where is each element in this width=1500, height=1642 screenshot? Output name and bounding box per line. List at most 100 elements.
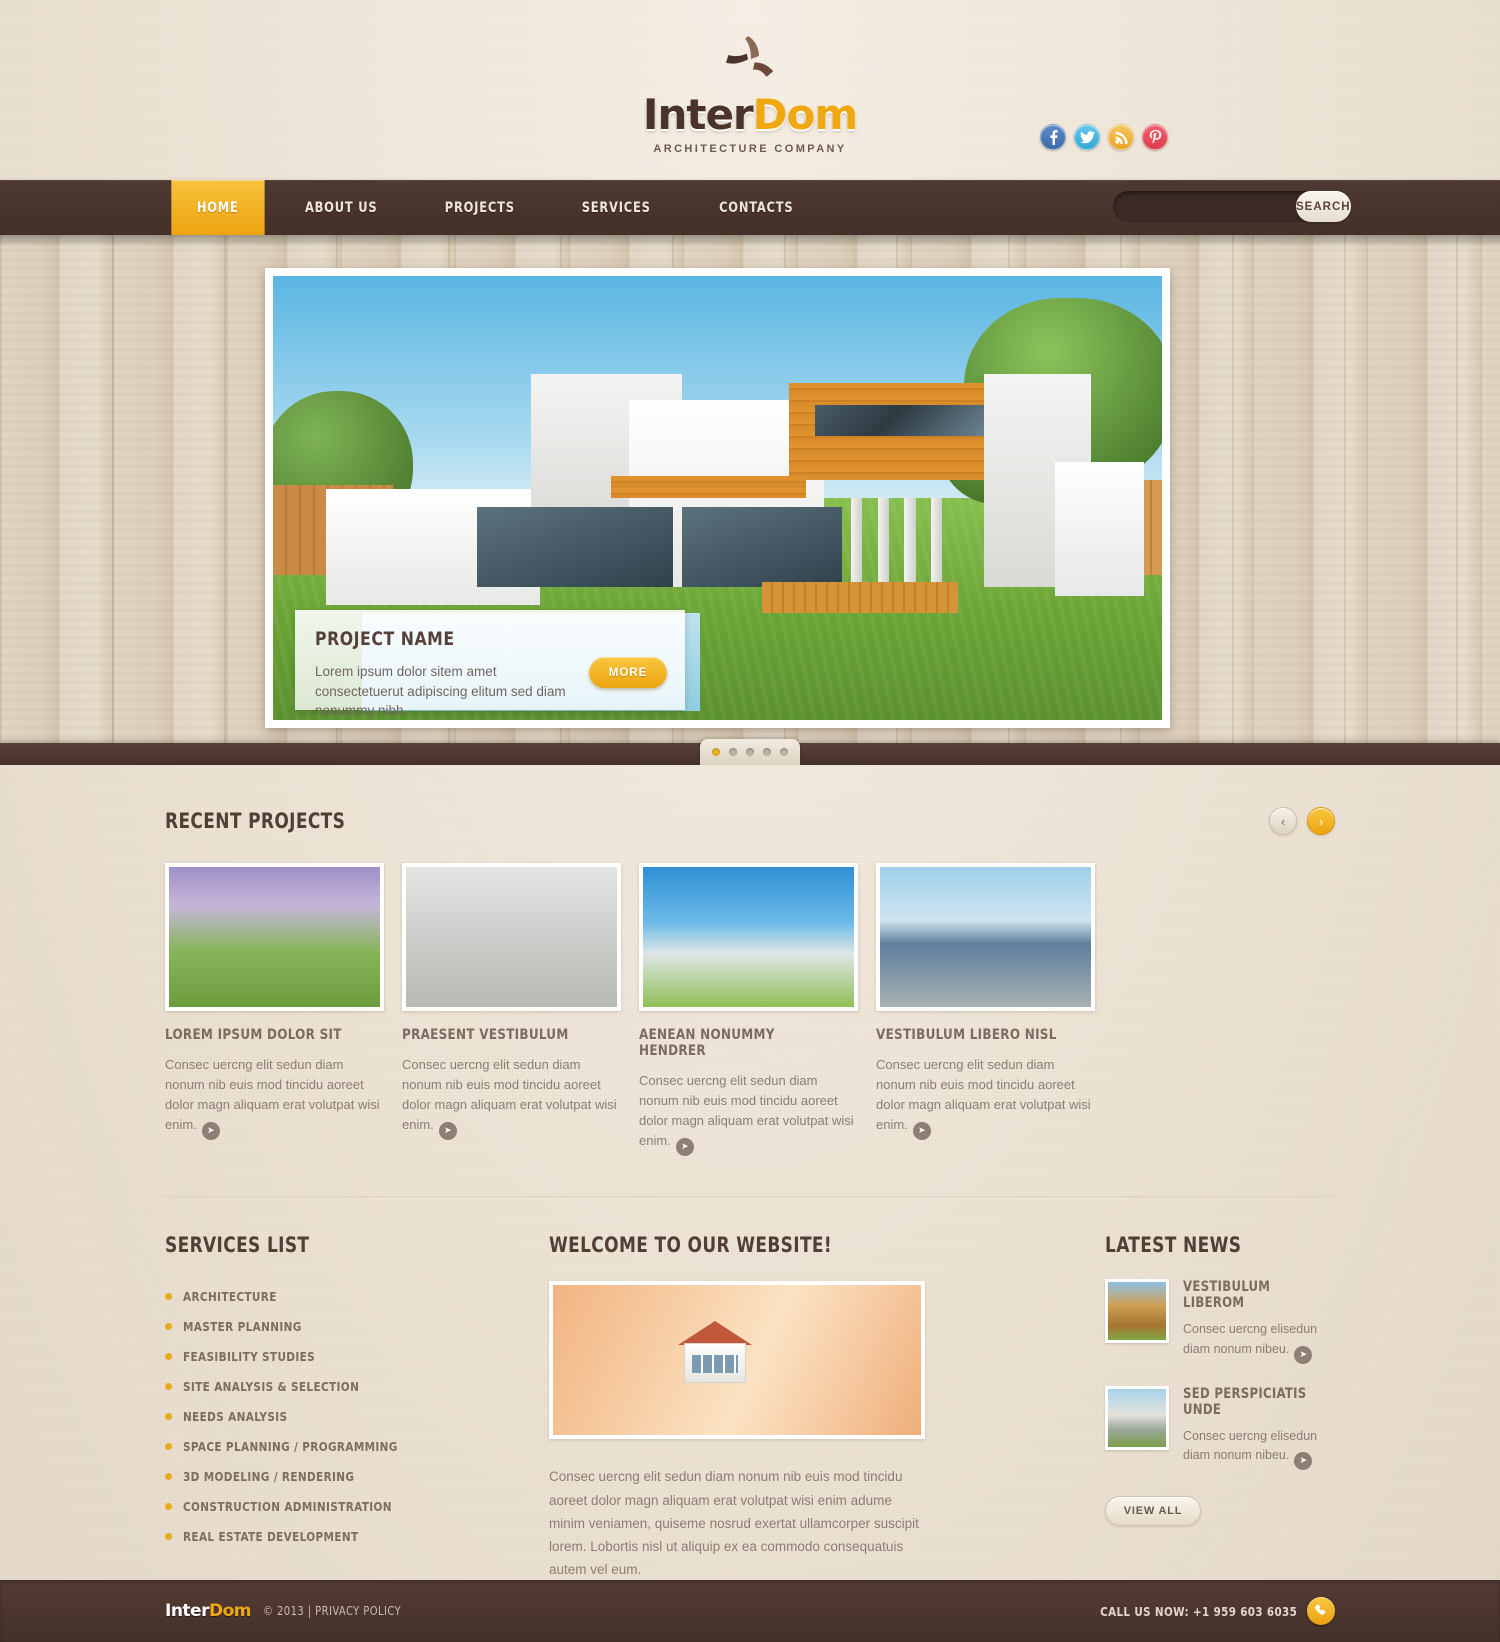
project-title[interactable]: VESTIBULUM LIBERO NISL xyxy=(876,1027,1077,1043)
news-item-title[interactable]: SED PERSPICIATIS UNDE xyxy=(1183,1386,1324,1418)
project-read-more-icon[interactable]: ➤ xyxy=(675,1138,694,1157)
project-text: Consec uercng elit sedun diam nonum nib … xyxy=(165,1055,384,1141)
service-item-site-analysis[interactable]: SITE ANALYSIS & SELECTION xyxy=(165,1371,433,1401)
slider-dot-1[interactable] xyxy=(712,748,720,756)
logo-mark-icon xyxy=(715,34,785,90)
slider-dot-2[interactable] xyxy=(729,748,737,756)
service-item-feasibility-studies[interactable]: FEASIBILITY STUDIES xyxy=(165,1341,433,1371)
logo[interactable]: InterDom ARCHITECTURE COMPANY xyxy=(0,34,1500,155)
search-button[interactable]: SEARCH xyxy=(1296,191,1351,222)
nav-item-services[interactable]: SERVICES xyxy=(557,180,677,235)
carousel-next-button[interactable]: › xyxy=(1307,807,1335,835)
search-input[interactable] xyxy=(1113,191,1296,222)
slide-caption-text: Lorem ipsum dolor sitem amet consectetue… xyxy=(315,664,566,719)
service-item-master-planning[interactable]: MASTER PLANNING xyxy=(165,1311,433,1341)
recent-projects-title: RECENT PROJECTS xyxy=(165,809,346,833)
bullet-icon xyxy=(165,1322,172,1330)
footer-phone-text: CALL US NOW: +1 959 603 6035 xyxy=(1099,1603,1297,1619)
project-text: Consec uercng elit sedun diam nonum nib … xyxy=(639,1071,858,1157)
main-navigation: HOME ABOUT US PROJECTS SERVICES CONTACTS… xyxy=(0,180,1500,235)
bullet-icon xyxy=(165,1532,172,1540)
window-center-wall xyxy=(681,506,842,587)
nav-item-about-us[interactable]: ABOUT US xyxy=(279,180,403,235)
recent-projects-header: RECENT PROJECTS ‹ › xyxy=(165,807,1335,835)
service-item-space-planning[interactable]: SPACE PLANNING / PROGRAMMING xyxy=(165,1431,433,1461)
main-content: RECENT PROJECTS ‹ › LOREM IPSUM DOLOR SI… xyxy=(165,765,1335,1581)
footer-logo[interactable]: InterDom xyxy=(165,1601,251,1621)
facebook-icon[interactable] xyxy=(1040,124,1066,150)
site-header: InterDom ARCHITECTURE COMPANY xyxy=(0,0,1500,180)
nav-item-home[interactable]: HOME xyxy=(171,180,265,235)
phone-icon[interactable] xyxy=(1307,1597,1335,1625)
column-2 xyxy=(877,498,890,587)
service-item-3d-modeling[interactable]: 3D MODELING / RENDERING xyxy=(165,1461,433,1491)
project-card: LOREM IPSUM DOLOR SIT Consec uercng elit… xyxy=(165,863,384,1156)
news-list-item: SED PERSPICIATIS UNDE Consec uercng elis… xyxy=(1105,1385,1335,1471)
house-block-far-right xyxy=(1055,462,1145,596)
balcony-cladding xyxy=(610,475,807,498)
section-divider xyxy=(165,1196,1335,1198)
twitter-icon[interactable] xyxy=(1074,124,1100,150)
pinterest-icon[interactable] xyxy=(1142,124,1168,150)
news-thumbnail[interactable] xyxy=(1105,1385,1169,1450)
rss-icon[interactable] xyxy=(1108,124,1134,150)
bullet-icon xyxy=(165,1442,172,1450)
logo-title-part1: Inter xyxy=(642,90,754,139)
slider-dot-3[interactable] xyxy=(746,748,754,756)
nav-item-projects[interactable]: PROJECTS xyxy=(419,180,540,235)
project-title[interactable]: PRAESENT VESTIBULUM xyxy=(402,1027,603,1043)
service-item-real-estate-development[interactable]: REAL ESTATE DEVELOPMENT xyxy=(165,1521,433,1551)
bullet-icon xyxy=(165,1412,172,1420)
slide-caption: PROJECT NAME Lorem ipsum dolor sitem ame… xyxy=(295,610,685,718)
privacy-policy-link[interactable]: PRIVACY POLICY xyxy=(315,1604,401,1618)
news-read-more-icon[interactable]: ➤ xyxy=(1294,1345,1313,1364)
social-links xyxy=(1040,124,1168,150)
project-title[interactable]: AENEAN NONUMMY HENDRER xyxy=(639,1027,840,1059)
logo-title: InterDom xyxy=(0,94,1500,136)
services-title: SERVICES LIST xyxy=(165,1233,310,1258)
news-title: LATEST NEWS xyxy=(1105,1233,1242,1258)
service-item-architecture[interactable]: ARCHITECTURE xyxy=(165,1281,433,1311)
news-item-text: Consec uercng elisedun diam nonum nibeu.… xyxy=(1183,1320,1335,1364)
news-item-text: Consec uercng elisedun diam nonum nibeu.… xyxy=(1183,1427,1335,1471)
column-4 xyxy=(930,498,943,587)
welcome-image xyxy=(549,1281,925,1440)
news-column: LATEST NEWS VESTIBULUM LIBEROM Consec ue… xyxy=(1105,1233,1335,1581)
project-title[interactable]: LOREM IPSUM DOLOR SIT xyxy=(165,1027,366,1043)
column-3 xyxy=(904,498,916,587)
project-thumbnail[interactable] xyxy=(876,863,1095,1011)
carousel-prev-button[interactable]: ‹ xyxy=(1269,807,1297,835)
news-item-title[interactable]: VESTIBULUM LIBEROM xyxy=(1183,1279,1324,1311)
news-list-item: VESTIBULUM LIBEROM Consec uercng elisedu… xyxy=(1105,1279,1335,1364)
bullet-icon xyxy=(165,1502,172,1510)
news-thumbnail[interactable] xyxy=(1105,1279,1169,1344)
slider-dot-4[interactable] xyxy=(763,748,771,756)
project-read-more-icon[interactable]: ➤ xyxy=(201,1122,220,1141)
slider-dot-5[interactable] xyxy=(780,748,788,756)
service-item-construction-administration[interactable]: CONSTRUCTION ADMINISTRATION xyxy=(165,1491,433,1521)
slide-caption-title: PROJECT NAME xyxy=(315,628,455,650)
project-thumbnail[interactable] xyxy=(165,863,384,1011)
recent-projects-list: LOREM IPSUM DOLOR SIT Consec uercng elit… xyxy=(165,863,1335,1157)
carousel-controls: ‹ › xyxy=(1269,807,1335,835)
welcome-column: WELCOME TO OUR WEBSITE! Consec uercng el… xyxy=(549,1233,989,1581)
view-all-news-button[interactable]: VIEW ALL xyxy=(1105,1496,1201,1527)
project-thumbnail[interactable] xyxy=(402,863,621,1011)
project-text: Consec uercng elit sedun diam nonum nib … xyxy=(876,1055,1095,1141)
wood-shadow xyxy=(0,235,1500,247)
slide-more-button[interactable]: MORE xyxy=(589,657,667,688)
service-item-needs-analysis[interactable]: NEEDS ANALYSIS xyxy=(165,1401,433,1431)
project-thumbnail[interactable] xyxy=(639,863,858,1011)
nav-item-contacts[interactable]: CONTACTS xyxy=(693,180,818,235)
services-list: ARCHITECTURE MASTER PLANNING FEASIBILITY… xyxy=(165,1281,433,1551)
slide-image[interactable]: PROJECT NAME Lorem ipsum dolor sitem ame… xyxy=(273,276,1162,720)
bullet-icon xyxy=(165,1382,172,1390)
project-card: VESTIBULUM LIBERO NISL Consec uercng eli… xyxy=(876,863,1095,1156)
project-read-more-icon[interactable]: ➤ xyxy=(438,1122,457,1141)
welcome-title: WELCOME TO OUR WEBSITE! xyxy=(549,1233,833,1258)
news-read-more-icon[interactable]: ➤ xyxy=(1294,1452,1313,1471)
bullet-icon xyxy=(165,1292,172,1300)
project-read-more-icon[interactable]: ➤ xyxy=(912,1122,931,1141)
slider-frame: PROJECT NAME Lorem ipsum dolor sitem ame… xyxy=(265,268,1170,728)
project-text: Consec uercng elit sedun diam nonum nib … xyxy=(402,1055,621,1141)
